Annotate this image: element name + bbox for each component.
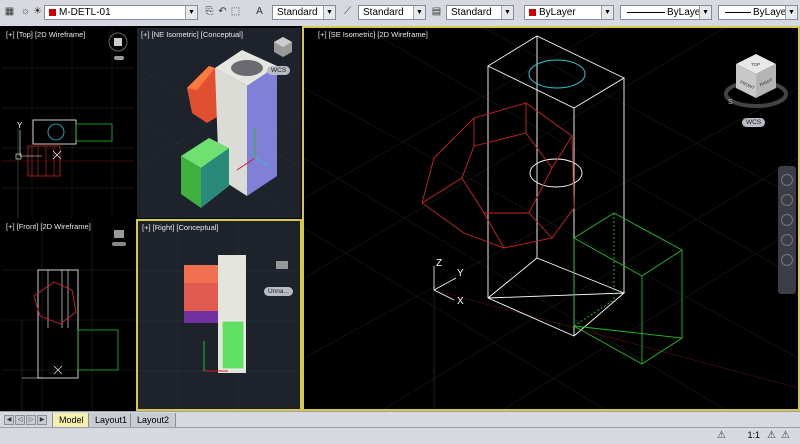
- dim-style-value: Standard: [363, 7, 404, 18]
- viewport-right[interactable]: [+] [Right] [Conceptual] Unna...: [136, 219, 302, 411]
- axis-z: Z: [436, 258, 442, 269]
- layer-properties-icon[interactable]: ▦: [4, 6, 15, 17]
- chevron-down-icon: ▼: [785, 6, 797, 19]
- color-swatch: [529, 8, 536, 16]
- viewport-front[interactable]: [+] [Front] [2D Wireframe]: [2, 220, 134, 411]
- layer-color-swatch: [49, 8, 56, 16]
- table-style-icon[interactable]: ▤: [431, 6, 442, 17]
- viewport-label[interactable]: [+] [Front] [2D Wireframe]: [6, 222, 91, 231]
- orbit-icon[interactable]: [781, 234, 793, 246]
- se-isometric-model: Z Y X TOP FRONT RIGHT S: [304, 28, 798, 409]
- auto-scale-icon[interactable]: ⚠: [780, 430, 791, 441]
- chevron-down-icon: ▼: [601, 6, 613, 19]
- dim-style-dropdown[interactable]: Standard ▼: [358, 5, 426, 20]
- ucs-menu[interactable]: WCS: [267, 66, 291, 75]
- dim-style-icon[interactable]: ⟋: [342, 6, 353, 17]
- status-bar: ⚠ 1:1 ⚠ ⚠: [0, 427, 800, 444]
- annotation-scale-icon[interactable]: ⚠: [716, 430, 727, 441]
- sun-icon[interactable]: ☀: [32, 6, 43, 17]
- viewport-label[interactable]: [+] [SE Isometric] [2D Wireframe]: [318, 30, 428, 39]
- drawing-area: Y [+] [Top] [2D Wireframe] [+] [NE Isome…: [0, 26, 800, 411]
- viewport-label[interactable]: [+] [NE Isometric] [Conceptual]: [141, 30, 243, 39]
- previous-tab-icon[interactable]: ◁: [15, 415, 25, 425]
- viewcube-top[interactable]: TOP: [751, 62, 760, 67]
- viewcube[interactable]: TOP FRONT RIGHT S: [724, 54, 788, 108]
- ucs-menu[interactable]: WCS: [742, 118, 766, 127]
- text-style-dropdown[interactable]: Standard ▼: [272, 5, 336, 20]
- chevron-down-icon: ▼: [185, 6, 197, 19]
- layer-name: M-DETL-01: [59, 7, 111, 18]
- properties-toolbar: ▦ ☼ ☀ M-DETL-01 ▼ ⎘ ↶ ⬚ A Standard ▼ ⟋ S…: [0, 0, 800, 27]
- tab-layout2[interactable]: Layout2: [130, 413, 177, 428]
- ucs-menu[interactable]: Unna...: [264, 287, 293, 296]
- viewport-ne-isometric[interactable]: [+] [NE Isometric] [Conceptual] WCS: [137, 28, 301, 218]
- chevron-down-icon: ▼: [501, 6, 513, 19]
- color-dropdown[interactable]: ByLayer ▼: [524, 5, 614, 20]
- viewport-label[interactable]: [+] [Top] [2D Wireframe]: [6, 30, 85, 39]
- table-style-dropdown[interactable]: Standard ▼: [446, 5, 514, 20]
- layer-state-icon[interactable]: ⬚: [230, 6, 241, 17]
- svg-text:Y: Y: [17, 121, 23, 130]
- annotation-scale[interactable]: 1:1: [747, 430, 760, 440]
- zoom-icon[interactable]: [781, 214, 793, 226]
- chevron-down-icon: ▼: [413, 6, 425, 19]
- color-value: ByLayer: [539, 7, 576, 18]
- tab-layout1[interactable]: Layout1: [88, 413, 135, 428]
- chevron-down-icon: ▼: [699, 6, 711, 19]
- navigation-bar: [778, 166, 796, 294]
- lineweight-sample: [725, 12, 751, 13]
- last-tab-icon[interactable]: ▶: [37, 415, 47, 425]
- lineweight-dropdown[interactable]: ByLayer ▼: [718, 5, 798, 20]
- layer-dropdown[interactable]: M-DETL-01 ▼: [44, 5, 198, 20]
- table-style-value: Standard: [451, 7, 492, 18]
- tab-model[interactable]: Model: [52, 413, 91, 428]
- front-view-drawing: [2, 220, 134, 411]
- chevron-down-icon: ▼: [323, 6, 335, 19]
- viewport-se-isometric[interactable]: Z Y X TOP FRONT RIGHT S [+] [SE Isometri…: [302, 26, 800, 411]
- layer-previous-icon[interactable]: ↶: [217, 6, 228, 17]
- text-style-value: Standard: [277, 7, 318, 18]
- linetype-dropdown[interactable]: ByLayer ▼: [620, 5, 712, 20]
- viewport-top[interactable]: Y [+] [Top] [2D Wireframe]: [2, 28, 134, 218]
- viewport-label[interactable]: [+] [Right] [Conceptual]: [142, 223, 219, 232]
- lightbulb-icon[interactable]: ☼: [20, 6, 31, 17]
- linetype-sample: [627, 12, 665, 13]
- top-view-drawing: Y: [2, 28, 134, 218]
- pan-icon[interactable]: [781, 194, 793, 206]
- steering-wheel-icon[interactable]: [781, 174, 793, 186]
- right-view-model: [138, 221, 300, 409]
- ne-isometric-model: [137, 37, 301, 218]
- make-current-icon[interactable]: ⎘: [204, 6, 215, 17]
- layout-tabs-bar: ◀ ◁ ▷ ▶ Model Layout1 Layout2: [0, 411, 800, 428]
- showmotion-icon[interactable]: [781, 254, 793, 266]
- text-style-icon[interactable]: A: [254, 6, 265, 17]
- axis-y: Y: [457, 268, 464, 279]
- next-tab-icon[interactable]: ▷: [26, 415, 36, 425]
- annotation-visibility-icon[interactable]: ⚠: [766, 430, 777, 441]
- axis-x: X: [457, 296, 464, 307]
- compass-south: S: [728, 99, 733, 106]
- first-tab-icon[interactable]: ◀: [4, 415, 14, 425]
